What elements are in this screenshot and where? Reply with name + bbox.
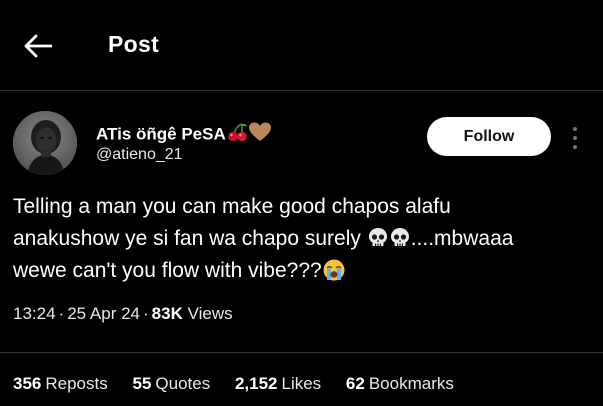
likes-stat[interactable]: 2,152 Likes	[235, 374, 321, 394]
post-metadata: 13:24 · 25 Apr 24 · 83K Views	[13, 304, 233, 324]
follow-button[interactable]: Follow	[427, 117, 551, 156]
header-divider	[0, 90, 603, 91]
tweet-line-2: anakushow ye si fan wa chapo surely ....…	[13, 226, 514, 250]
arrow-left-icon	[24, 34, 52, 58]
quotes-stat[interactable]: 55 Quotes	[132, 374, 210, 394]
views-count: 83K	[151, 304, 183, 323]
more-vertical-icon	[573, 127, 577, 131]
tweet-text: Telling a man you can make good chapos a…	[13, 190, 593, 286]
more-options-button[interactable]	[565, 120, 585, 156]
back-button[interactable]	[18, 26, 58, 66]
post-detail-page: Post ATis öñgê PeSA @atieno_21 Follow Te…	[0, 0, 603, 406]
author-display-name[interactable]: ATis öñgê PeSA	[96, 122, 271, 147]
avatar[interactable]	[13, 111, 77, 175]
skull-emoji	[390, 228, 409, 247]
tweet-line-1: Telling a man you can make good chapos a…	[13, 194, 451, 218]
top-bar: Post	[0, 0, 603, 90]
author-handle[interactable]: @atieno_21	[96, 146, 183, 164]
profile-photo	[13, 111, 77, 175]
post-date[interactable]: 25 Apr 24	[67, 304, 140, 323]
meta-separator: ·	[58, 304, 65, 323]
display-name-text: ATis öñgê PeSA	[96, 124, 226, 144]
skull-emoji	[368, 228, 387, 247]
views-label: Views	[187, 304, 233, 323]
reposts-stat[interactable]: 356 Reposts	[13, 374, 108, 394]
bookmarks-stat[interactable]: 62 Bookmarks	[346, 374, 454, 394]
page-title: Post	[108, 31, 160, 57]
post-time[interactable]: 13:24	[13, 304, 56, 323]
loudly-crying-face-emoji	[323, 259, 345, 281]
tweet-line-3: wewe can't you flow with vibe???	[13, 254, 593, 286]
engagement-stats: 356 Reposts 55 Quotes 2,152 Likes 62 Bookmar…	[13, 374, 474, 394]
brown-heart-emoji	[248, 122, 271, 141]
stats-divider	[0, 352, 603, 353]
cherries-emoji	[227, 123, 247, 142]
meta-separator: ·	[143, 304, 149, 323]
